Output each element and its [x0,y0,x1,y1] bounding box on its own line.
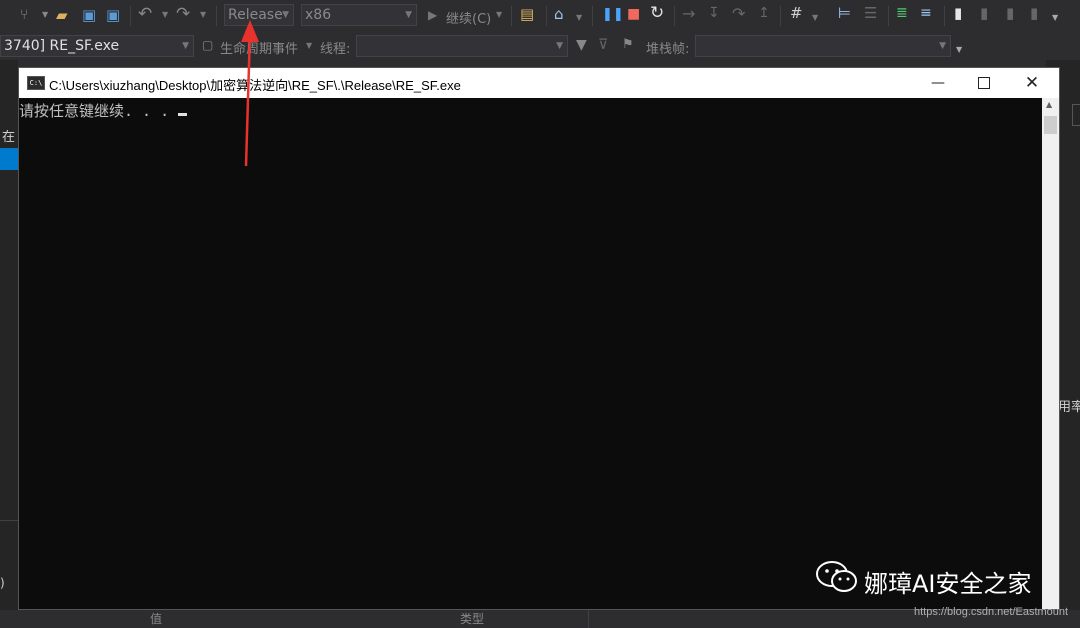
prev-bookmark-icon[interactable]: ▮ [980,6,988,21]
annotation-arrow [241,20,259,167]
pause-icon[interactable]: ❚❚ [602,8,624,21]
watermark-url: https://blog.csdn.net/Eastmount [914,606,1069,618]
browser-dropdown-icon[interactable]: ▼ [576,14,582,22]
chevron-down-icon: ▼ [556,41,563,51]
chevron-down-icon: ▼ [282,10,289,20]
console-output-line: 请按任意键继续. . . [19,100,188,121]
close-icon: ✕ [1024,73,1040,93]
play-icon[interactable]: ▶ [428,9,437,21]
toolbar-separator [944,6,945,26]
close-button[interactable]: ✕ [1009,68,1055,98]
next-bookmark-icon[interactable]: ▮ [1006,6,1014,21]
redo-dropdown-icon[interactable]: ▼ [200,11,206,19]
chevron-down-icon: ▼ [939,41,946,51]
undo-icon[interactable]: ↶ [138,6,152,23]
toolbar-separator [546,6,547,26]
process-select[interactable]: 3740] RE_SF.exe ▼ [0,35,194,57]
hex-display-icon[interactable]: # [790,6,803,21]
lifecycle-dropdown-icon[interactable]: ▼ [306,42,312,50]
type-column-header[interactable]: 类型 [460,610,484,627]
scroll-up-arrow-icon[interactable]: ▲ [1046,101,1052,109]
toolbar-separator [511,6,512,26]
toolbar-separator [780,6,781,26]
toolbar-overflow-icon[interactable]: ▼ [1052,14,1058,22]
bottom-divider [588,610,589,628]
save-icon[interactable]: ▣ [82,8,96,23]
value-column-header[interactable]: 值 [150,610,162,627]
stack-frame-label: 堆栈帧: [646,42,690,57]
step-into-icon[interactable]: ↧ [708,6,720,20]
show-threads-icon[interactable]: ⊨ [838,6,851,21]
debug-location-toolbar: 3740] RE_SF.exe ▼ ▢ 生命周期事件 ▼ 线程: ▼ ▼ ⊽ ⚑… [0,32,1080,60]
console-app-icon: C:\ [27,76,45,90]
filter-clear-icon[interactable]: ⊽ [598,38,608,52]
continue-button[interactable]: 继续(C) [446,8,491,27]
left-panel-divider [0,520,18,521]
minimize-icon: — [931,75,945,91]
flag-icon[interactable]: ⚑ [622,38,634,51]
step-out-icon[interactable]: ↥ [758,6,770,20]
dropdown-arrow-icon[interactable]: ▼ [42,11,48,19]
continue-dropdown-icon[interactable]: ▼ [496,11,502,19]
chevron-down-icon: ▼ [182,41,189,51]
left-bottom-label: ) [0,576,5,590]
step-over-icon[interactable]: ↷ [732,6,745,22]
left-panel-label: 在 [2,130,16,145]
console-output-text: 请按任意键继续. . . [19,102,179,120]
redo-icon[interactable]: ↷ [176,6,190,23]
main-toolbar: ⑂ ▼ ▰ ▣ ▣ ↶ ▼ ↷ ▼ Release ▼ x86 ▼ ▶ 继续(C… [0,0,1080,32]
indent-icon[interactable]: ≣ [896,6,908,20]
toolbar-separator [888,6,889,26]
stack-frame-select[interactable]: ▼ [695,35,951,57]
chevron-down-icon: ▼ [405,10,412,20]
left-tool-panel: 在 ) [0,60,18,628]
console-title-bar[interactable]: C:\ C:\Users\xiuzhang\Desktop\加密算法逆向\RE_… [19,68,1059,98]
find-icon[interactable]: ▤ [520,7,534,22]
wechat-icon [816,561,857,592]
toolbar-separator [130,6,131,26]
toolbar-separator [592,6,593,26]
toolbar-overflow-icon[interactable]: ▼ [956,46,962,54]
console-output-area[interactable]: 请按任意键继续. . . [19,98,1042,609]
usage-label: 用率 [1058,400,1080,415]
text-cursor [178,113,188,116]
comment-icon[interactable]: ≡ [920,6,932,20]
lifecycle-events-icon[interactable]: ▢ [202,39,213,51]
thread-select[interactable]: ▼ [356,35,568,57]
console-vertical-scrollbar[interactable]: ▲ [1042,98,1059,609]
watermark-name: 娜璋AI安全之家 [864,570,1032,598]
git-icon[interactable]: ⑂ [20,8,28,22]
filter-icon[interactable]: ▼ [576,38,587,52]
maximize-button[interactable] [961,68,1007,98]
toolbar-separator [674,6,675,26]
left-panel-tab[interactable] [0,148,18,170]
solution-platform-select[interactable]: x86 ▼ [301,4,417,26]
stop-icon[interactable]: ■ [627,7,640,21]
process-value: 3740] RE_SF.exe [4,38,120,54]
toolbar-separator [216,6,217,26]
scroll-thumb[interactable] [1044,116,1057,134]
save-all-icon[interactable]: ▣ [106,8,120,23]
bookmark-icon[interactable]: ▮ [954,6,962,21]
browser-link-icon[interactable]: ⌂ [554,7,564,22]
maximize-icon [978,77,990,89]
hex-dropdown-icon[interactable]: ▼ [812,14,818,22]
right-panel-box[interactable] [1072,104,1080,126]
open-folder-icon[interactable]: ▰ [56,8,68,23]
show-next-statement-icon[interactable]: → [682,6,695,22]
thread-label: 线程: [320,42,351,57]
platform-value: x86 [305,7,332,23]
stack-icon[interactable]: ☰ [864,6,877,21]
clear-bookmarks-icon[interactable]: ▮ [1030,6,1038,21]
minimize-button[interactable]: — [915,68,961,98]
restart-icon[interactable]: ↻ [650,5,664,22]
undo-dropdown-icon[interactable]: ▼ [162,11,168,19]
console-window[interactable]: C:\ C:\Users\xiuzhang\Desktop\加密算法逆向\RE_… [18,67,1060,610]
